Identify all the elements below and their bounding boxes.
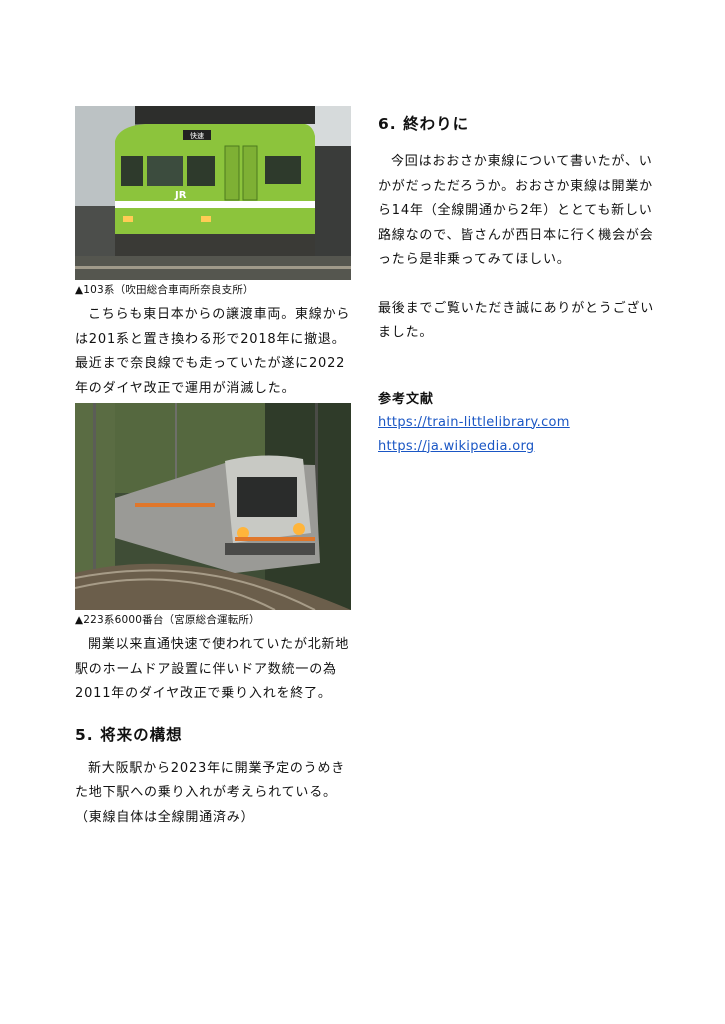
paragraph-223-series: 開業以来直通快速で使われていたが北新地駅のホームドア設置に伴いドア数統一の為20… [75,637,350,701]
section-6-heading: 6. 終わりに [378,115,470,133]
paragraph-future-note: （東線自体は全線開通済み） [75,809,255,825]
photo-2-caption: ▲223系6000番台（宮原総合運転所） [75,614,260,626]
section-5-heading: 5. 将来の構想 [75,725,183,744]
paragraph-future-plan: 新大阪駅から2023年に開業予定のうめきた地下駅への乗り入れが考えられている。 [75,760,346,801]
references-heading: 参考文献 [378,391,435,407]
reference-link-wikipedia[interactable]: https://ja.wikipedia.org [378,435,654,459]
right-column: 6. 終わりに 今回はおおさか東線について書いたが、いかがだっただろうか。おおさ… [378,112,654,459]
paragraph-thanks: 最後までご覧いただき誠にありがとうございました。 [378,300,655,341]
destination-sign-text: 快速 [190,131,204,140]
left-column: 快速 JR ▲103系（吹田総合車両所奈良支所） こちらも東日本からの譲渡車両。… [75,106,351,830]
jr-logo-text: JR [174,190,187,201]
references-list: https://train-littlelibrary.com https://… [378,411,654,459]
paragraph-conclusion: 今回はおおさか東線について書いたが、いかがだっただろうか。おおさか東線は開業から… [378,154,654,267]
reference-link-train-littlelibrary[interactable]: https://train-littlelibrary.com [378,411,654,435]
paragraph-103-series: こちらも東日本からの譲渡車両。東線からは201系と置き換わる形で2018年に撤退… [75,307,351,396]
photo-223-series [75,403,351,610]
photo-103-series: 快速 JR [75,106,351,280]
photo-1-caption: ▲103系（吹田総合車両所奈良支所） [75,284,254,296]
